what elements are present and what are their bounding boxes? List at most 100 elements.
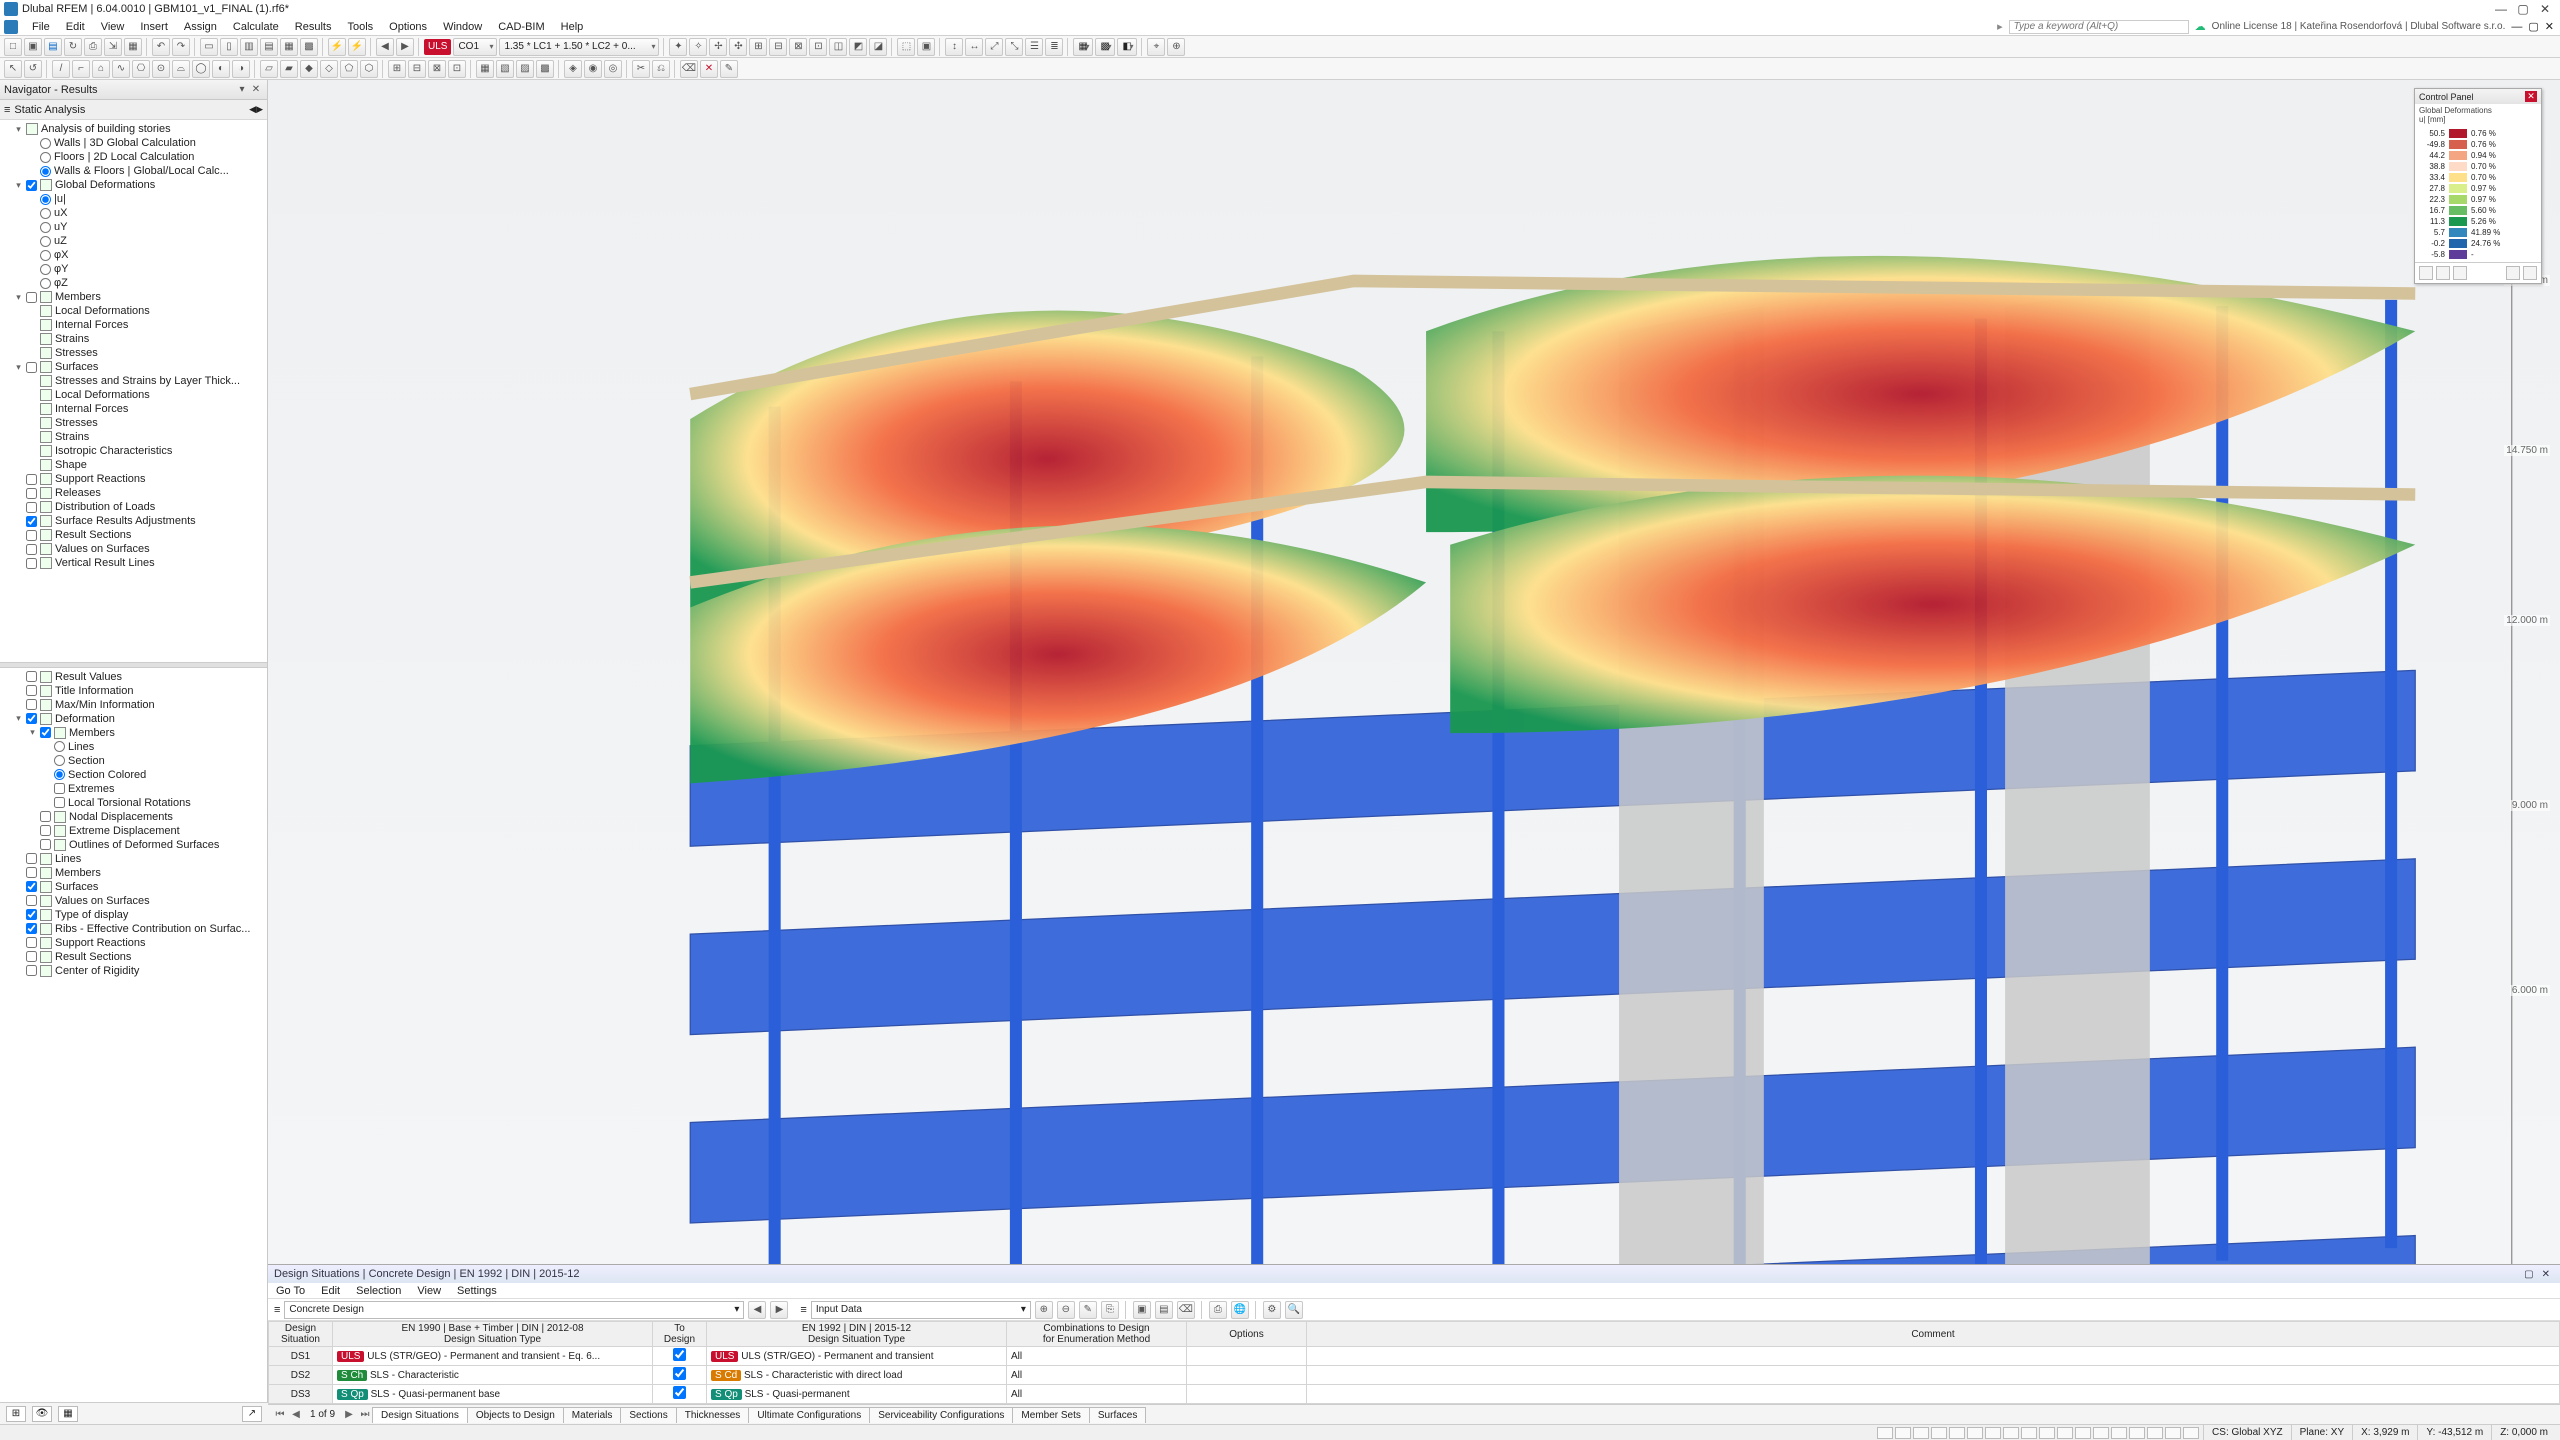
tool-a9[interactable]: ◫ <box>829 38 847 56</box>
tree-item[interactable]: ▾Deformation <box>14 712 267 726</box>
expand-icon[interactable]: ▾ <box>28 727 37 738</box>
sb-10[interactable] <box>2039 1427 2055 1439</box>
t2-28[interactable]: ◉ <box>584 60 602 78</box>
t2-14[interactable]: ▰ <box>280 60 298 78</box>
tool-c2[interactable]: ↔ <box>965 38 983 56</box>
tree-item[interactable]: Shape <box>28 458 267 472</box>
t2-11[interactable]: ◐ <box>212 60 230 78</box>
t2-17[interactable]: ⬠ <box>340 60 358 78</box>
menu-file[interactable]: File <box>24 21 58 33</box>
tree-item[interactable]: Local Torsional Rotations <box>42 796 267 810</box>
tree-radio[interactable] <box>40 264 51 275</box>
t2-33[interactable]: ✕ <box>700 60 718 78</box>
tree-item[interactable]: Isotropic Characteristics <box>28 444 267 458</box>
navigator-close-icon[interactable]: ✕ <box>249 84 263 95</box>
control-panel-close-icon[interactable]: ✕ <box>2525 91 2537 102</box>
t2-4[interactable]: ⌐ <box>72 60 90 78</box>
tool-a4[interactable]: ✣ <box>729 38 747 56</box>
tree-item[interactable]: Local Deformations <box>28 388 267 402</box>
view-button-2[interactable]: ▯ <box>220 38 238 56</box>
tree-check[interactable] <box>26 951 37 962</box>
col-comment[interactable]: Comment <box>1307 1322 2560 1347</box>
nav-sub-prev[interactable]: ◀ <box>249 104 256 115</box>
tree-item[interactable]: Strains <box>28 332 267 346</box>
tree-item[interactable]: Stresses <box>28 346 267 360</box>
tree-radio[interactable] <box>54 755 65 766</box>
col-en1992[interactable]: EN 1992 | DIN | 2015-12 Design Situation… <box>707 1322 1007 1347</box>
tool-e2[interactable]: ⊕ <box>1167 38 1185 56</box>
tree-check[interactable] <box>26 867 37 878</box>
tree-item[interactable]: Lines <box>42 740 267 754</box>
tree-check[interactable] <box>26 937 37 948</box>
menu-options[interactable]: Options <box>381 21 435 33</box>
bp-t5[interactable]: ▣ <box>1133 1301 1151 1319</box>
navigator-subheader[interactable]: ≡ Static Analysis ◀ ▶ <box>0 100 267 120</box>
tool-a10[interactable]: ◩ <box>849 38 867 56</box>
tree-check[interactable] <box>26 558 37 569</box>
sb-1[interactable] <box>1877 1427 1893 1439</box>
bp-menu-go-to[interactable]: Go To <box>276 1285 305 1297</box>
tree-item[interactable]: Support Reactions <box>14 936 267 950</box>
col-options[interactable]: Options <box>1187 1322 1307 1347</box>
t2-10[interactable]: ◯ <box>192 60 210 78</box>
page-prev[interactable]: ◀ <box>288 1409 304 1420</box>
undo-button[interactable]: ↶ <box>152 38 170 56</box>
tree-check[interactable] <box>54 797 65 808</box>
t2-8[interactable]: ⊙ <box>152 60 170 78</box>
t2-23[interactable]: ▦ <box>476 60 494 78</box>
tree-check[interactable] <box>26 544 37 555</box>
tool-c5[interactable]: ☰ <box>1025 38 1043 56</box>
page-first[interactable]: ⏮ <box>272 1409 288 1420</box>
sb-16[interactable] <box>2147 1427 2163 1439</box>
tool-a11[interactable]: ◪ <box>869 38 887 56</box>
tree-item[interactable]: Releases <box>14 486 267 500</box>
nav-sub-next[interactable]: ▶ <box>256 104 263 115</box>
open-button[interactable]: ▣ <box>24 38 42 56</box>
tool-a5[interactable]: ⊞ <box>749 38 767 56</box>
menu-view[interactable]: View <box>93 21 133 33</box>
tree-check[interactable] <box>26 488 37 499</box>
bp-menu-view[interactable]: View <box>417 1285 441 1297</box>
tree-item[interactable]: Center of Rigidity <box>14 964 267 978</box>
t2-21[interactable]: ⊠ <box>428 60 446 78</box>
tree-radio[interactable] <box>54 741 65 752</box>
tree-check[interactable] <box>26 685 37 696</box>
tree-item[interactable]: |u| <box>28 192 267 206</box>
bp-t4[interactable]: ⎘ <box>1101 1301 1119 1319</box>
t2-12[interactable]: ◑ <box>232 60 250 78</box>
tree-item[interactable]: uX <box>28 206 267 220</box>
col-design-situation[interactable]: Design Situation <box>269 1322 333 1347</box>
bottom-tab-design-situations[interactable]: Design Situations <box>372 1407 468 1423</box>
tree-item[interactable]: Section <box>42 754 267 768</box>
maximize-button[interactable]: ▢ <box>2512 2 2534 16</box>
nav-tab-3[interactable]: ▦ <box>58 1406 78 1422</box>
tree-item[interactable]: Members <box>14 866 267 880</box>
sb-8[interactable] <box>2003 1427 2019 1439</box>
tree-check[interactable] <box>26 909 37 920</box>
control-panel[interactable]: Control Panel✕ Global Deformations u| [m… <box>2414 88 2542 284</box>
bp-menu-settings[interactable]: Settings <box>457 1285 497 1297</box>
tree-item[interactable]: Extremes <box>42 782 267 796</box>
calc-button-2[interactable]: ⚡ <box>348 38 366 56</box>
tree-radio[interactable] <box>40 138 51 149</box>
navigator-pin-icon[interactable]: ▾ <box>235 84 249 95</box>
tree-item[interactable]: Walls & Floors | Global/Local Calc... <box>28 164 267 178</box>
tree-item[interactable]: Stresses <box>28 416 267 430</box>
tree-item[interactable]: Nodal Displacements <box>28 810 267 824</box>
tree-item[interactable]: Result Sections <box>14 950 267 964</box>
tree-check[interactable] <box>26 853 37 864</box>
tree-check[interactable] <box>26 502 37 513</box>
t2-19[interactable]: ⊞ <box>388 60 406 78</box>
tool-c1[interactable]: ↕ <box>945 38 963 56</box>
t2-29[interactable]: ◎ <box>604 60 622 78</box>
tree-check[interactable] <box>40 839 51 850</box>
tool-a7[interactable]: ⊠ <box>789 38 807 56</box>
bp-t8[interactable]: ⎙ <box>1209 1301 1227 1319</box>
t2-22[interactable]: ⊡ <box>448 60 466 78</box>
tree-item[interactable]: Walls | 3D Global Calculation <box>28 136 267 150</box>
tree-item[interactable]: Values on Surfaces <box>14 894 267 908</box>
view-button-3[interactable]: ▥ <box>240 38 258 56</box>
sb-14[interactable] <box>2111 1427 2127 1439</box>
tree-check[interactable] <box>26 923 37 934</box>
t2-3[interactable]: / <box>52 60 70 78</box>
